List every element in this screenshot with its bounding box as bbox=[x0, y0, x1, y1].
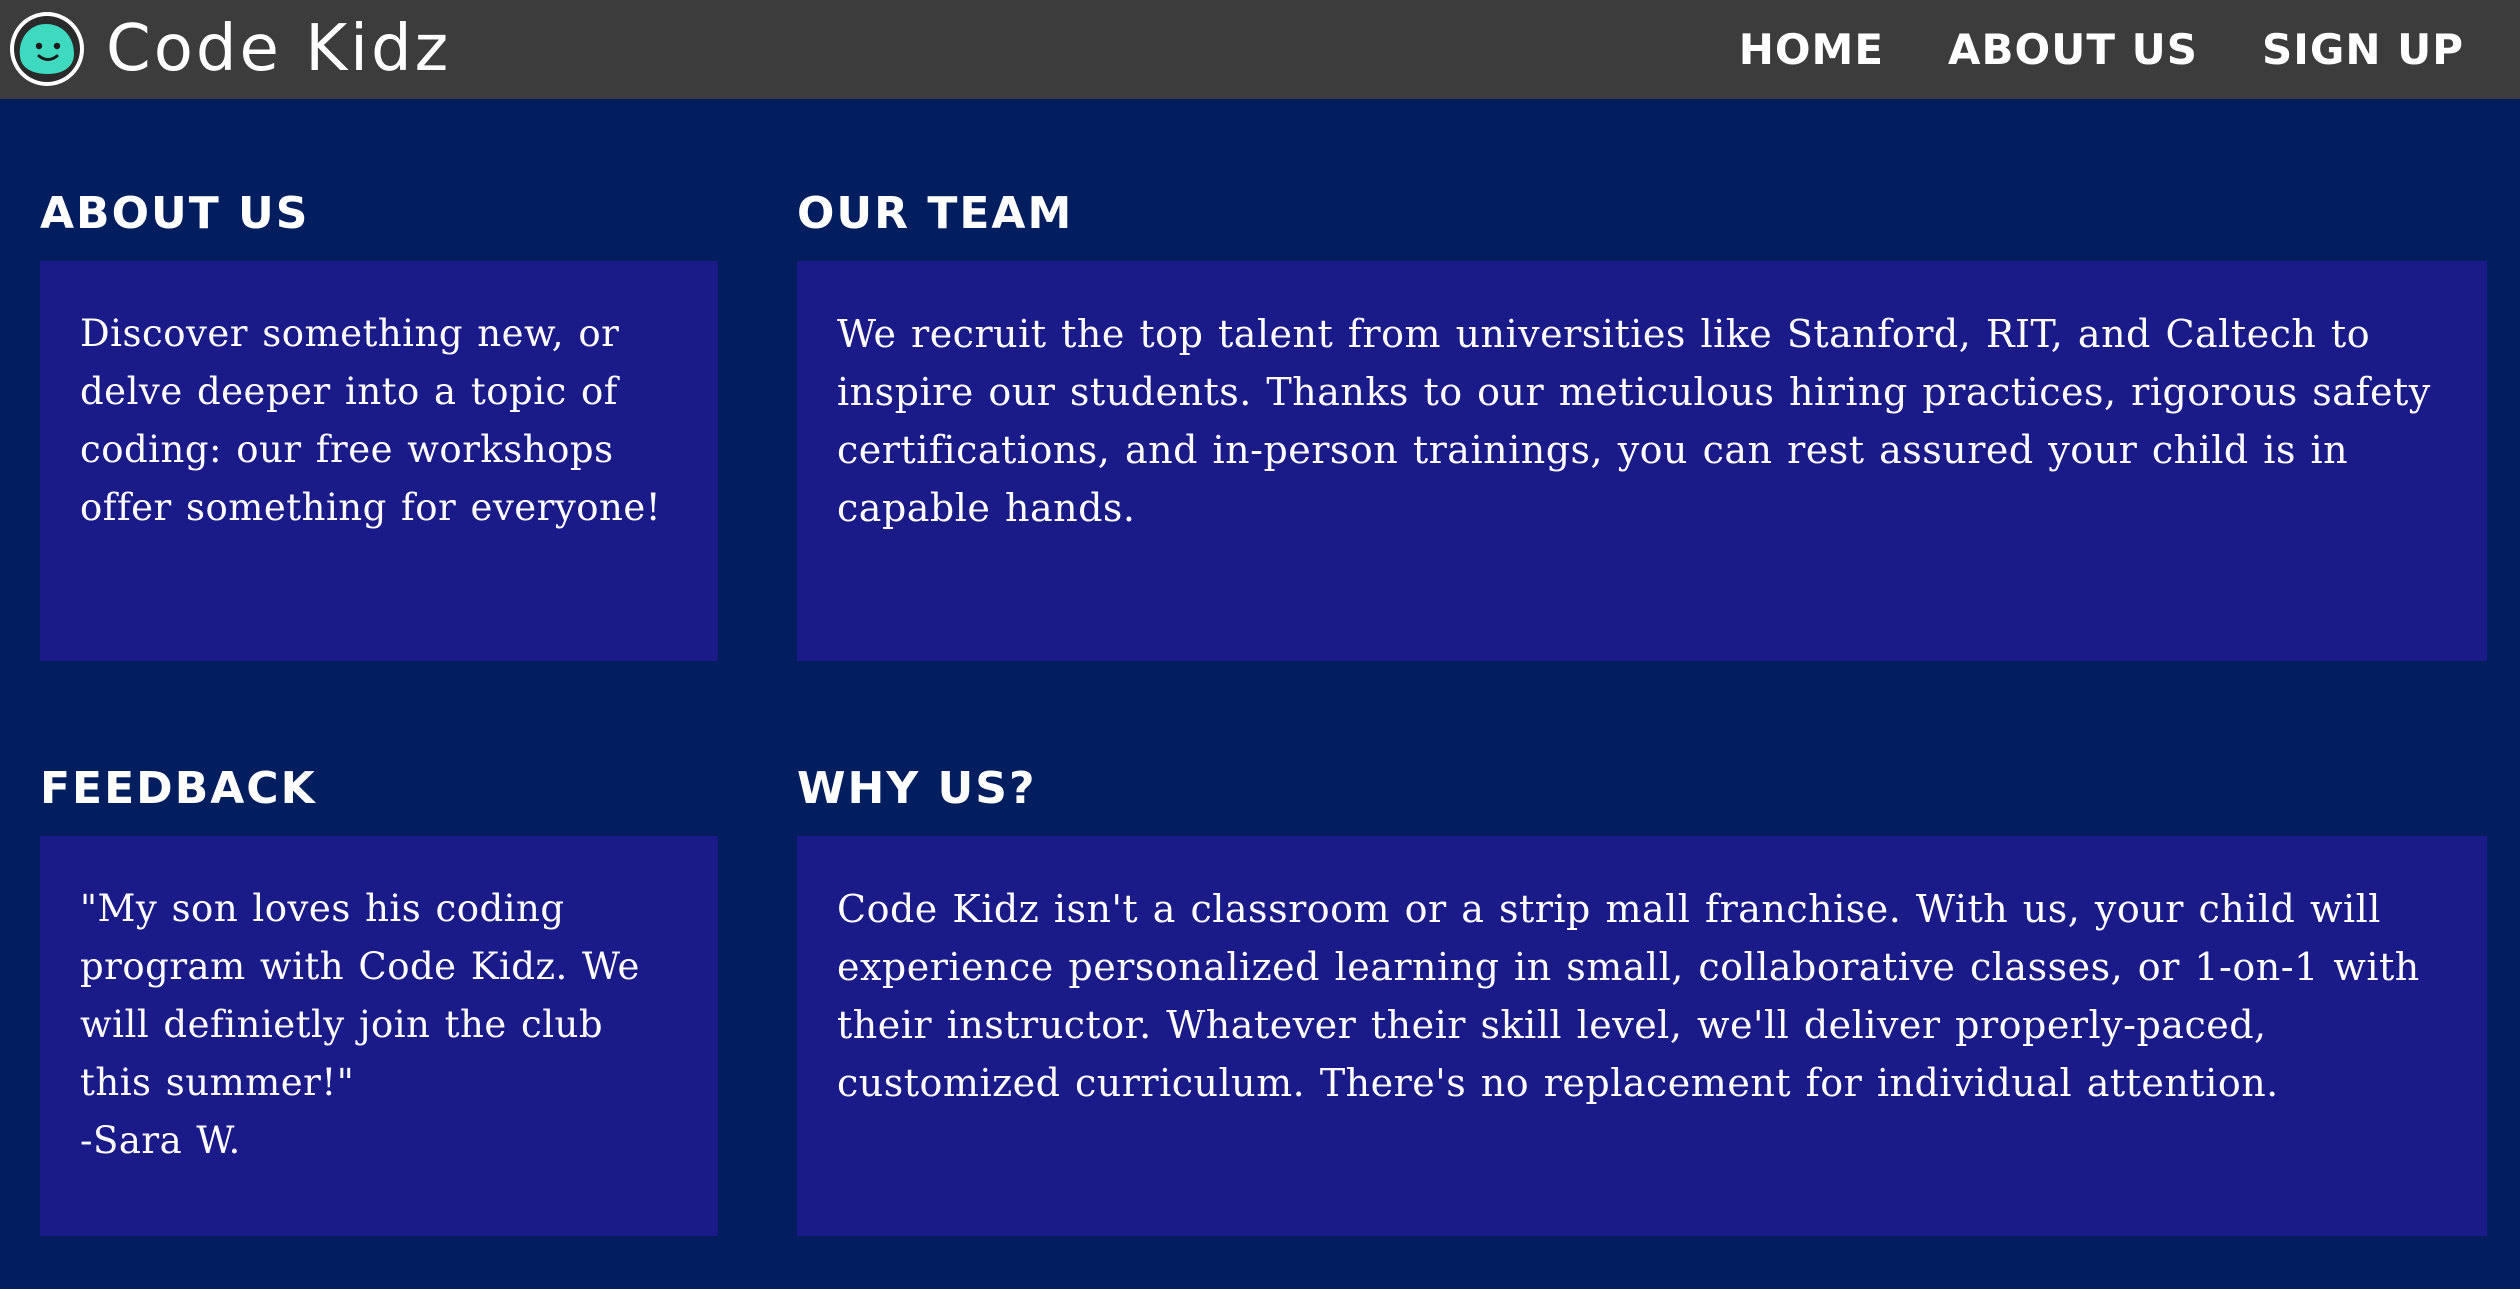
our-team-heading: OUR TEAM bbox=[797, 188, 1074, 239]
nav-home-link[interactable]: HOME bbox=[1739, 25, 1884, 74]
feedback-quote: "My son loves his coding program with Co… bbox=[80, 887, 640, 1104]
feedback-heading: FEEDBACK bbox=[40, 763, 317, 814]
feedback-author: -Sara W. bbox=[80, 1119, 241, 1162]
brand[interactable]: Code Kidz bbox=[8, 8, 451, 90]
brand-name: Code Kidz bbox=[106, 12, 452, 86]
main-nav: HOME ABOUT US SIGN UP bbox=[1739, 0, 2464, 99]
smiling-blob-icon bbox=[10, 12, 84, 86]
our-team-text: We recruit the top talent from universit… bbox=[837, 312, 2431, 530]
why-us-card: Code Kidz isn't a classroom or a strip m… bbox=[797, 836, 2487, 1236]
why-us-heading: WHY US? bbox=[797, 763, 1037, 814]
nav-about-us-link[interactable]: ABOUT US bbox=[1948, 25, 2198, 74]
nav-sign-up-link[interactable]: SIGN UP bbox=[2262, 25, 2464, 74]
about-us-card: Discover something new, or delve deeper … bbox=[40, 261, 718, 661]
feedback-card: "My son loves his coding program with Co… bbox=[40, 836, 718, 1236]
why-us-text: Code Kidz isn't a classroom or a strip m… bbox=[837, 887, 2420, 1105]
our-team-card: We recruit the top talent from universit… bbox=[797, 261, 2487, 661]
top-navigation-bar: Code Kidz HOME ABOUT US SIGN UP bbox=[0, 0, 2520, 99]
about-us-heading: ABOUT US bbox=[40, 188, 310, 239]
about-us-text: Discover something new, or delve deeper … bbox=[80, 312, 662, 529]
